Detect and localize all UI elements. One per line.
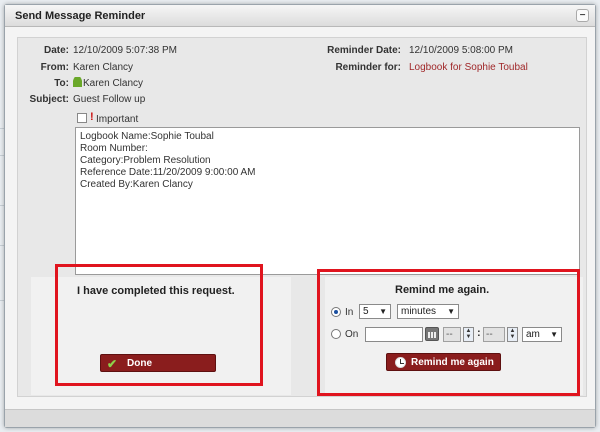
subject-value: Guest Follow up (73, 94, 146, 105)
from-label: From: (40, 62, 69, 73)
remind-in-label: In (345, 307, 354, 318)
person-icon (73, 77, 82, 87)
reminder-for-link[interactable]: Logbook for Sophie Toubal (409, 62, 528, 73)
minimize-button[interactable]: − (576, 9, 589, 22)
checkmark-icon: ✔ (107, 357, 118, 371)
message-line: Room Number: (80, 143, 148, 154)
complete-heading: I have completed this request. (77, 285, 235, 297)
send-message-reminder-dialog: Send Message Reminder − Date: 12/10/2009… (4, 4, 596, 428)
from-value: Karen Clancy (73, 62, 134, 73)
exclamation-icon: ! (90, 111, 94, 123)
important-label[interactable]: Important (96, 114, 138, 125)
date-value: 12/10/2009 5:07:38 PM (73, 45, 177, 56)
reminder-date-value: 12/10/2009 5:08:00 PM (409, 45, 513, 56)
remind-on-radio[interactable] (331, 329, 341, 339)
subject-label: Subject: (29, 94, 69, 105)
hour-spinner[interactable]: ▲ ▼ (463, 327, 474, 342)
remind-hour-field[interactable]: -- (443, 327, 461, 342)
message-body-textarea[interactable]: Logbook Name:Sophie Toubal Room Number: … (75, 127, 580, 275)
remind-heading: Remind me again. (395, 284, 490, 296)
important-checkbox[interactable] (77, 113, 87, 123)
done-button[interactable]: ✔ Done (100, 354, 216, 372)
chevron-down-icon: ▼ (550, 330, 558, 339)
remind-on-label: On (345, 329, 359, 340)
remind-amount-value: 5 (363, 306, 369, 317)
remind-ampm-select[interactable]: am ▼ (522, 327, 562, 342)
remind-minute-field[interactable]: -- (483, 327, 505, 342)
dialog-footer (5, 409, 595, 427)
dialog-titlebar[interactable]: Send Message Reminder − (5, 5, 595, 27)
dialog-title: Send Message Reminder (15, 10, 146, 22)
remind-ampm-value: am (526, 329, 540, 340)
time-separator: : (477, 327, 481, 339)
to-value: Karen Clancy (73, 77, 143, 89)
remind-me-again-button[interactable]: Remind me again (386, 353, 501, 371)
remind-in-radio[interactable] (331, 307, 341, 317)
chevron-down-icon: ▼ (447, 307, 455, 316)
remind-minute-value: -- (486, 329, 493, 340)
to-recipient-name: Karen Clancy (83, 78, 144, 89)
message-line: Created By:Karen Clancy (80, 179, 193, 190)
remind-amount-select[interactable]: 5 ▼ (359, 304, 391, 319)
remind-button-label: Remind me again (411, 357, 494, 368)
chevron-down-icon: ▼ (379, 307, 387, 316)
reminder-date-label: Reminder Date: (327, 45, 401, 56)
message-line: Reference Date:11/20/2009 9:00:00 AM (80, 167, 256, 178)
clock-icon (395, 357, 406, 368)
remind-hour-value: -- (446, 329, 453, 340)
remind-unit-select[interactable]: minutes ▼ (397, 304, 459, 319)
done-button-label: Done (127, 358, 152, 369)
minute-spinner[interactable]: ▲ ▼ (507, 327, 518, 342)
message-line: Category:Problem Resolution (80, 155, 211, 166)
reminder-for-label: Reminder for: (335, 62, 401, 73)
to-label: To: (54, 78, 69, 89)
remind-unit-value: minutes (401, 306, 437, 317)
calendar-icon[interactable] (425, 327, 439, 341)
message-line: Logbook Name:Sophie Toubal (80, 131, 214, 142)
remind-date-input[interactable] (365, 327, 423, 342)
date-label: Date: (43, 45, 69, 56)
